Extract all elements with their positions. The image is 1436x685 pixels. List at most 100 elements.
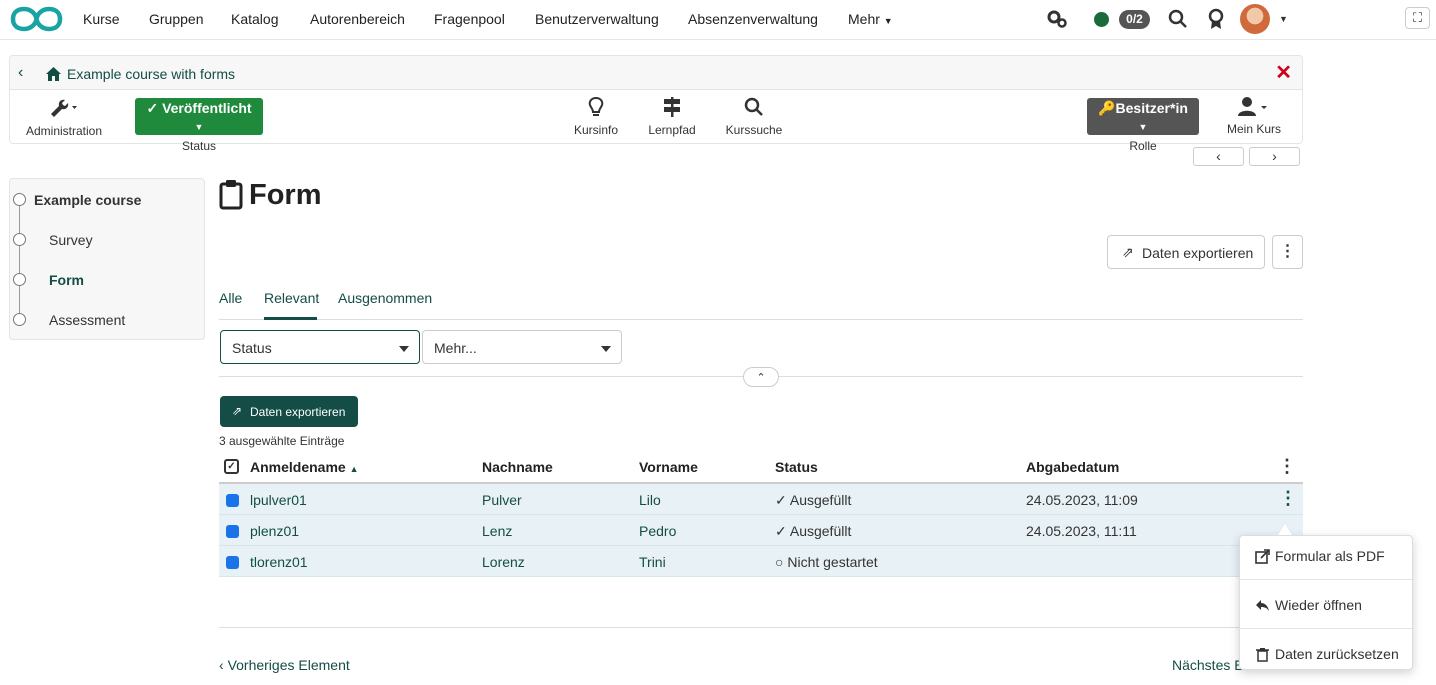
table-row: lpulver01 Pulver Lilo ✓ Ausgefüllt 24.05… (219, 484, 1303, 515)
sort-asc-icon: ▲ (349, 464, 359, 474)
close-icon[interactable]: ✕ (1275, 60, 1292, 85)
openolat-logo[interactable] (10, 5, 63, 33)
login-link[interactable]: lpulver01 (250, 492, 307, 508)
status-menu[interactable]: ✓ Veröffentlicht ▼ Status (135, 98, 263, 153)
first-name-link[interactable]: Lilo (639, 492, 661, 508)
nav-gruppen[interactable]: Gruppen (149, 11, 203, 27)
mein-kurs-menu[interactable]: Mein Kurs (1222, 96, 1286, 136)
administration-label: Administration (25, 124, 103, 138)
menu-pointer (1278, 523, 1292, 535)
chevron-left-icon: ‹ (1216, 148, 1221, 164)
check-icon: ✓ (775, 523, 787, 539)
previous-element-link[interactable]: ‹ Vorheriges Element (219, 657, 350, 673)
row-actions-icon[interactable]: ⋮ (1279, 488, 1297, 509)
tab-alle[interactable]: Alle (219, 290, 242, 320)
next-element-link[interactable]: Nächstes E (1172, 657, 1244, 673)
search-icon[interactable] (1168, 9, 1188, 29)
menu-divider (1240, 579, 1412, 580)
more-options-button[interactable]: ⋮ (1272, 235, 1303, 269)
menu-item-reset[interactable]: Daten zurücksetzen (1240, 634, 1412, 682)
column-options-icon[interactable]: ⋮ (1278, 456, 1296, 477)
collapse-filters-button[interactable]: ⌃ (743, 367, 779, 387)
export-data-button[interactable]: ⇗ Daten exportieren (1107, 235, 1265, 269)
sidebar-item-example-course[interactable]: Example course (34, 192, 141, 208)
last-name-link[interactable]: Lenz (482, 523, 512, 539)
menu-item-reopen[interactable]: Wieder öffnen (1240, 585, 1412, 633)
sidebar-item-survey[interactable]: Survey (49, 232, 93, 248)
check-icon: ✓ (775, 492, 787, 508)
status-badge[interactable]: ✓ Veröffentlicht ▼ (135, 98, 263, 135)
sidebar-item-form[interactable]: Form (49, 272, 84, 288)
row-checkbox[interactable] (226, 525, 239, 538)
gears-icon[interactable] (1046, 9, 1068, 29)
back-icon[interactable]: ‹ (18, 64, 23, 82)
more-filter[interactable]: Mehr... (422, 330, 622, 364)
status-text: Ausgefüllt (789, 523, 852, 539)
row-checkbox[interactable] (226, 494, 239, 507)
previous-element-label: Vorheriges Element (227, 657, 350, 673)
clipboard-icon (219, 180, 243, 210)
sidebar-item-assessment[interactable]: Assessment (49, 312, 125, 328)
kurssuche-tool[interactable]: Kurssuche (723, 96, 785, 137)
kursinfo-tool[interactable]: Kursinfo (568, 96, 624, 137)
status-filter-value: Status (232, 340, 272, 356)
last-name-link[interactable]: Pulver (482, 492, 522, 508)
row-checkbox[interactable] (226, 556, 239, 569)
trash-icon (1256, 648, 1269, 662)
avatar[interactable] (1240, 4, 1270, 34)
nav-katalog[interactable]: Katalog (231, 11, 278, 27)
node-circle-icon (13, 273, 26, 286)
share-icon (1255, 549, 1270, 564)
course-toolbar: ‹ Example course with forms ✕ Administra… (9, 55, 1303, 153)
last-name-link[interactable]: Lorenz (482, 554, 525, 570)
status-text: Ausgefüllt (789, 492, 852, 508)
user-icon (1238, 97, 1267, 116)
caret-icon: ▼ (1138, 122, 1148, 132)
nav-fragenpool[interactable]: Fragenpool (434, 11, 505, 27)
header-nachname[interactable]: Nachname (482, 459, 553, 475)
chevron-down-icon[interactable]: ▼ (1279, 14, 1288, 24)
nav-kurse[interactable]: Kurse (83, 11, 120, 27)
administration-menu[interactable]: Administration (24, 97, 104, 138)
role-menu[interactable]: 🔑Besitzer*in ▼ Rolle (1087, 98, 1199, 153)
key-icon: 🔑 (1098, 100, 1116, 116)
lernpfad-tool[interactable]: Lernpfad (643, 96, 701, 137)
menu-divider (1240, 628, 1412, 629)
nav-autorenbereich[interactable]: Autorenbereich (310, 11, 405, 27)
menu-item-pdf[interactable]: Formular als PDF (1240, 536, 1412, 584)
home-icon[interactable] (45, 66, 62, 81)
status-filter[interactable]: Status (220, 330, 420, 364)
previous-page-button[interactable]: ‹ (1193, 147, 1244, 166)
nav-absenzenverwaltung[interactable]: Absenzenverwaltung (688, 11, 818, 27)
course-header: ‹ Example course with forms ✕ (10, 56, 1302, 90)
login-link[interactable]: tlorenz01 (250, 554, 308, 570)
header-vorname[interactable]: Vorname (639, 459, 698, 475)
next-page-button[interactable]: › (1249, 147, 1300, 166)
export-selected-button[interactable]: ⇗ Daten exportieren (220, 396, 358, 427)
login-link[interactable]: plenz01 (250, 523, 299, 539)
role-badge[interactable]: 🔑Besitzer*in ▼ (1087, 98, 1199, 135)
course-title[interactable]: Example course with forms (67, 66, 235, 82)
nav-mehr-label: Mehr (848, 11, 880, 27)
divider (219, 627, 1303, 628)
role-badge-label: Besitzer*in (1115, 100, 1188, 116)
status-text: Nicht gestartet (787, 554, 878, 570)
nav-mehr[interactable]: Mehr ▼ (848, 11, 893, 27)
presence-counter[interactable]: 0/2 (1119, 10, 1150, 29)
nav-benutzerverwaltung[interactable]: Benutzerverwaltung (535, 11, 659, 27)
header-status[interactable]: Status (775, 459, 818, 475)
first-name-link[interactable]: Trini (639, 554, 666, 570)
header-anmeldename[interactable]: Anmeldename ▲ (250, 459, 359, 475)
header-abgabedatum[interactable]: Abgabedatum (1026, 459, 1119, 475)
kurssuche-label: Kurssuche (725, 123, 783, 137)
tab-relevant[interactable]: Relevant (264, 290, 319, 320)
fullscreen-icon[interactable]: ⛶ (1405, 7, 1430, 29)
tab-ausgenommen[interactable]: Ausgenommen (338, 290, 432, 320)
export-icon: ⇗ (232, 404, 243, 418)
online-status-icon[interactable] (1094, 12, 1109, 27)
award-icon[interactable] (1207, 8, 1225, 30)
first-name-link[interactable]: Pedro (639, 523, 676, 539)
course-sidebar: Example course Survey Form Assessment (9, 178, 205, 340)
chevron-right-icon: › (1272, 148, 1277, 164)
select-all-checkbox[interactable]: ✓ (224, 459, 239, 474)
